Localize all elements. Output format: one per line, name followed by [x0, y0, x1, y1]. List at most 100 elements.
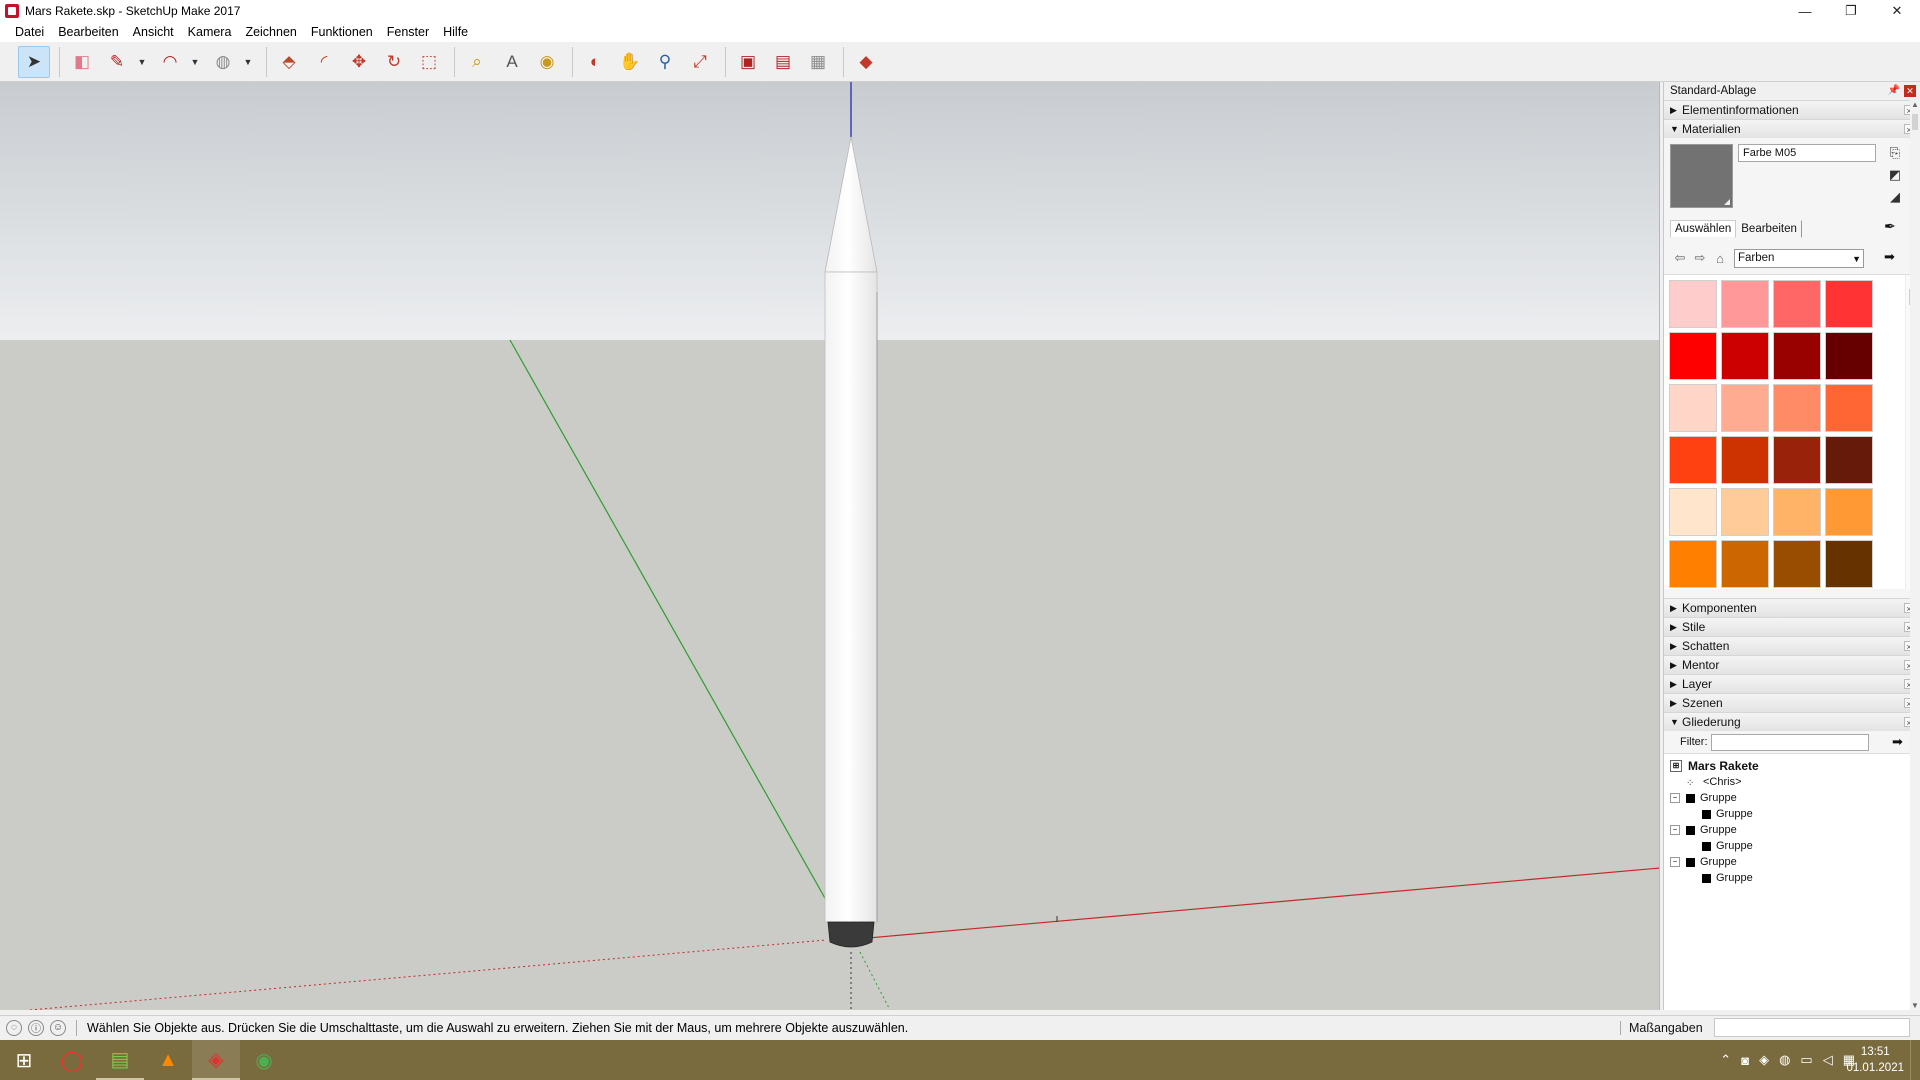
color-swatch[interactable]: [1669, 540, 1717, 588]
color-swatch[interactable]: [1773, 280, 1821, 328]
menu-funktionen[interactable]: Funktionen: [304, 25, 380, 39]
color-swatch[interactable]: [1825, 540, 1873, 588]
default-material-icon[interactable]: ◩: [1886, 166, 1904, 184]
line-tool-button[interactable]: ✎: [101, 46, 133, 78]
color-swatch[interactable]: [1773, 488, 1821, 536]
color-swatch[interactable]: [1721, 488, 1769, 536]
zoom-tool-button[interactable]: ⚲: [649, 46, 681, 78]
select-tool-button[interactable]: ➤: [18, 45, 50, 78]
scroll-down-icon[interactable]: ▼: [1911, 1001, 1919, 1010]
menu-ansicht[interactable]: Ansicht: [126, 25, 181, 39]
send-to-layout-button[interactable]: ▦: [802, 46, 834, 78]
chrome-taskbar-button[interactable]: ◉: [240, 1040, 288, 1080]
outliner-item[interactable]: ⁘ <Chris>: [1664, 774, 1920, 790]
close-tray-button[interactable]: ✕: [1904, 85, 1916, 97]
menu-bearbeiten[interactable]: Bearbeiten: [51, 25, 125, 39]
extension-manager-button[interactable]: ◆: [850, 46, 882, 78]
expand-toggle-icon[interactable]: −: [1670, 825, 1680, 835]
measurements-input[interactable]: [1714, 1018, 1910, 1037]
outliner-item[interactable]: Gruppe: [1664, 838, 1920, 854]
panel-mentor[interactable]: ▶ Mentor ×: [1664, 655, 1920, 674]
start-button[interactable]: ⊞: [0, 1040, 48, 1080]
discord-icon[interactable]: ◙: [1741, 1053, 1749, 1068]
back-arrow-icon[interactable]: ⇦: [1670, 248, 1690, 268]
panel-element-info[interactable]: ▶ Elementinformationen ×: [1664, 100, 1920, 119]
notepad-taskbar-button[interactable]: ▤: [96, 1040, 144, 1080]
color-swatch[interactable]: [1773, 332, 1821, 380]
show-hidden-icons-icon[interactable]: ⌃: [1720, 1052, 1731, 1068]
shapes-tool-button[interactable]: ◍: [207, 46, 239, 78]
tray-scrollbar[interactable]: ▲ ▼: [1910, 100, 1920, 1010]
panel-materials[interactable]: ▼ Materialien ×: [1664, 119, 1920, 138]
scroll-thumb[interactable]: [1912, 114, 1918, 130]
extension-warehouse-button[interactable]: ▤: [767, 46, 799, 78]
minimize-button[interactable]: —: [1782, 0, 1828, 22]
color-swatch[interactable]: [1669, 436, 1717, 484]
close-window-button[interactable]: ✕: [1874, 0, 1920, 22]
color-swatch[interactable]: [1825, 436, 1873, 484]
eyedropper-icon[interactable]: ✒: [1884, 218, 1902, 236]
arc-tool-dropdown[interactable]: ▼: [189, 57, 201, 67]
forward-arrow-icon[interactable]: ⇨: [1690, 248, 1710, 268]
menu-fenster[interactable]: Fenster: [380, 25, 436, 39]
color-swatch[interactable]: [1773, 540, 1821, 588]
arc-tool-button[interactable]: ◠: [154, 46, 186, 78]
show-desktop-button[interactable]: [1910, 1040, 1920, 1080]
color-swatch[interactable]: [1669, 332, 1717, 380]
tab-edit[interactable]: Bearbeiten: [1736, 220, 1802, 238]
pin-icon[interactable]: 📌: [1888, 85, 1900, 96]
color-swatch[interactable]: [1773, 384, 1821, 432]
details-arrow-icon[interactable]: ➡: [1892, 734, 1903, 750]
outliner-root[interactable]: ⊞ Mars Rakete: [1664, 758, 1920, 774]
move-tool-button[interactable]: ✥: [343, 46, 375, 78]
3d-warehouse-button[interactable]: ▣: [732, 46, 764, 78]
maximize-button[interactable]: ❐: [1828, 0, 1874, 22]
expand-toggle-icon[interactable]: −: [1670, 793, 1680, 803]
color-swatch[interactable]: [1721, 384, 1769, 432]
volume-icon[interactable]: ◁: [1823, 1052, 1833, 1068]
taskbar-clock[interactable]: 13:51 01.01.2021: [1846, 1044, 1904, 1076]
panel-outliner[interactable]: ▼ Gliederung ×: [1664, 712, 1920, 731]
menu-datei[interactable]: Datei: [8, 25, 51, 39]
color-swatch[interactable]: [1825, 280, 1873, 328]
panel-shadows[interactable]: ▶ Schatten ×: [1664, 636, 1920, 655]
color-swatch[interactable]: [1721, 436, 1769, 484]
pan-tool-button[interactable]: ✋: [614, 46, 646, 78]
rotate-tool-button[interactable]: ↻: [378, 46, 410, 78]
outliner-item[interactable]: − Gruppe: [1664, 822, 1920, 838]
create-material-icon[interactable]: ⎘: [1886, 144, 1904, 162]
color-swatch[interactable]: [1721, 540, 1769, 588]
outliner-item[interactable]: Gruppe: [1664, 870, 1920, 886]
orbit-tool-button[interactable]: ◐: [579, 46, 611, 78]
opera-taskbar-button[interactable]: ◯: [48, 1040, 96, 1080]
offset-tool-button[interactable]: ◜: [308, 46, 340, 78]
material-preview[interactable]: [1670, 144, 1733, 208]
color-swatch[interactable]: [1669, 384, 1717, 432]
line-tool-dropdown[interactable]: ▼: [136, 57, 148, 67]
color-swatch[interactable]: [1721, 332, 1769, 380]
drawing-viewport[interactable]: [0, 82, 1660, 1010]
color-swatch[interactable]: [1825, 332, 1873, 380]
expand-toggle-icon[interactable]: −: [1670, 857, 1680, 867]
sketchup-taskbar-button[interactable]: ◈: [192, 1040, 240, 1080]
steam-icon[interactable]: ◍: [1779, 1052, 1790, 1068]
scene-canvas[interactable]: [0, 82, 1660, 1010]
panel-scenes[interactable]: ▶ Szenen ×: [1664, 693, 1920, 712]
outliner-item[interactable]: − Gruppe: [1664, 854, 1920, 870]
tape-measure-tool-button[interactable]: ⌕: [461, 46, 493, 78]
push-pull-tool-button[interactable]: ⬘: [273, 46, 305, 78]
home-icon[interactable]: ⌂: [1710, 248, 1730, 268]
scale-tool-button[interactable]: ⬚: [413, 46, 445, 78]
color-swatch[interactable]: [1773, 436, 1821, 484]
geo-location-icon[interactable]: ◌: [6, 1019, 22, 1036]
sign-in-icon[interactable]: ☺: [50, 1019, 66, 1036]
details-arrow-icon[interactable]: ➡: [1884, 249, 1895, 265]
color-swatch[interactable]: [1669, 280, 1717, 328]
panel-components[interactable]: ▶ Komponenten ×: [1664, 598, 1920, 617]
menu-hilfe[interactable]: Hilfe: [436, 25, 475, 39]
material-name-field[interactable]: Farbe M05: [1738, 144, 1876, 162]
credits-icon[interactable]: ⓘ: [28, 1019, 44, 1036]
color-swatch[interactable]: [1825, 384, 1873, 432]
collection-dropdown[interactable]: Farben ▼: [1734, 248, 1864, 268]
outliner-item[interactable]: Gruppe: [1664, 806, 1920, 822]
